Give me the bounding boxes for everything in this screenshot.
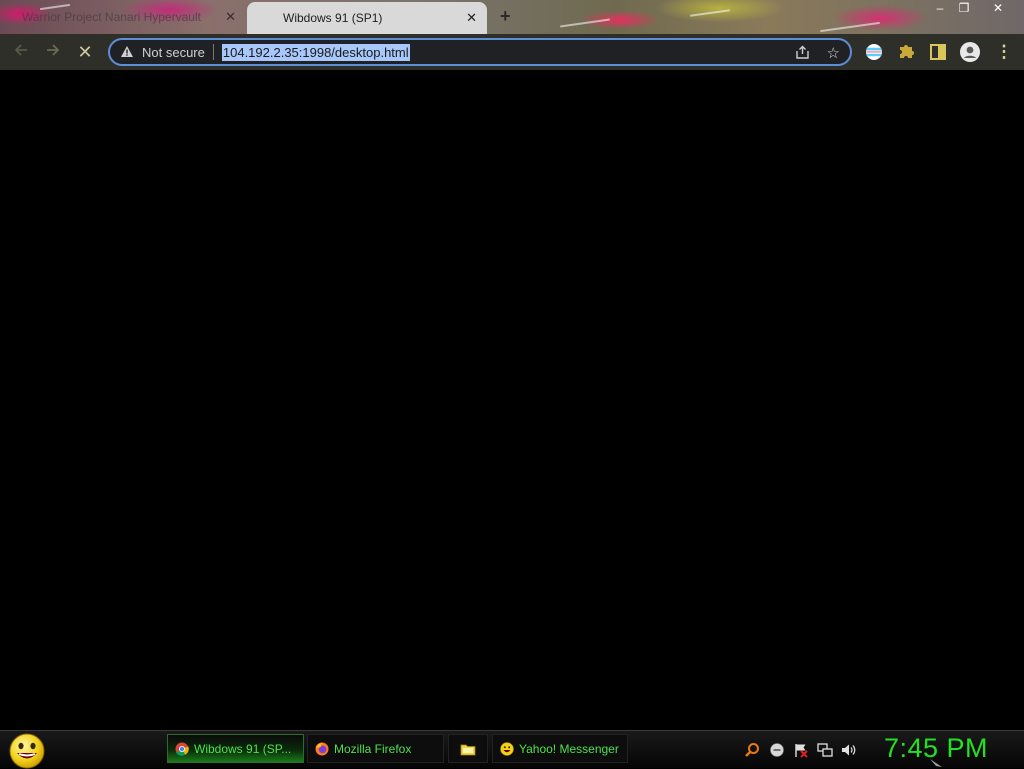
smiley-start-icon[interactable]: [8, 733, 46, 769]
divider: [212, 44, 214, 60]
taskbar-item-firefox[interactable]: Mozilla Firefox: [307, 734, 444, 763]
bookmark-star-icon[interactable]: ☆: [827, 44, 840, 62]
restore-button[interactable]: ❐: [950, 0, 978, 16]
kebab-menu-icon[interactable]: ⋮: [994, 42, 1014, 62]
yahoo-messenger-icon: [500, 741, 514, 756]
task-label: Mozilla Firefox: [334, 741, 412, 756]
wallpaper-streak: [690, 9, 730, 17]
browser-toolbar: ✕ Not secure 104.192.2.35:1998/desktop.h…: [0, 34, 1024, 70]
security-label[interactable]: Not secure: [142, 45, 205, 60]
search-icon[interactable]: [744, 742, 760, 758]
warning-icon[interactable]: [120, 45, 134, 59]
wallpaper-streak: [820, 21, 880, 33]
taskbar-item-folder[interactable]: [448, 734, 488, 763]
taskbar-item-chrome[interactable]: Wibdows 91 (SP...: [167, 734, 304, 763]
network-icon[interactable]: [817, 742, 833, 758]
task-label: Wibdows 91 (SP...: [194, 741, 292, 756]
tab-title: Warrior Project Nanari Hypervault: [22, 10, 201, 24]
messenger-status-icon[interactable]: [769, 742, 785, 758]
taskbar: Wibdows 91 (SP... Mozilla Firefox Yahoo!…: [0, 730, 1024, 769]
volume-icon[interactable]: [841, 742, 857, 758]
new-tab-button[interactable]: +: [500, 6, 511, 27]
back-button[interactable]: [11, 42, 31, 62]
taskbar-item-yahoo-messenger[interactable]: Yahoo! Messenger: [492, 734, 628, 763]
tab-close-icon[interactable]: ✕: [225, 9, 236, 25]
arrow-right-icon: [47, 44, 60, 56]
close-window-button[interactable]: ✕: [984, 0, 1012, 16]
share-icon[interactable]: [795, 45, 810, 63]
extensions-puzzle-icon[interactable]: [896, 42, 916, 62]
tab-title: Wibdows 91 (SP1): [283, 11, 383, 25]
page-viewport[interactable]: [0, 70, 1024, 730]
folder-icon: [460, 744, 476, 755]
url-field[interactable]: 104.192.2.35:1998/desktop.html: [221, 43, 410, 61]
side-panel-icon[interactable]: [928, 42, 948, 62]
chrome-icon: [175, 742, 189, 756]
tab-close-icon[interactable]: ✕: [466, 10, 477, 26]
task-label: Yahoo! Messenger: [519, 741, 619, 756]
tab-hypervault[interactable]: Warrior Project Nanari Hypervault ✕: [8, 0, 246, 34]
address-bar[interactable]: Not secure 104.192.2.35:1998/desktop.htm…: [108, 38, 852, 66]
arrow-left-icon: [14, 44, 27, 56]
extension-flag-icon[interactable]: [864, 42, 884, 62]
stop-button[interactable]: ✕: [75, 42, 95, 62]
firefox-icon: [315, 742, 329, 755]
forward-button[interactable]: [43, 42, 63, 62]
mouse-cursor-icon: [930, 759, 942, 767]
tab-wibdows[interactable]: Wibdows 91 (SP1) ✕: [247, 2, 487, 34]
flag-icon[interactable]: [793, 742, 809, 758]
profile-avatar-icon[interactable]: [960, 42, 980, 62]
wallpaper-streak: [560, 18, 610, 28]
browser-titlebar: Warrior Project Nanari Hypervault ✕ Wibd…: [0, 0, 1024, 34]
